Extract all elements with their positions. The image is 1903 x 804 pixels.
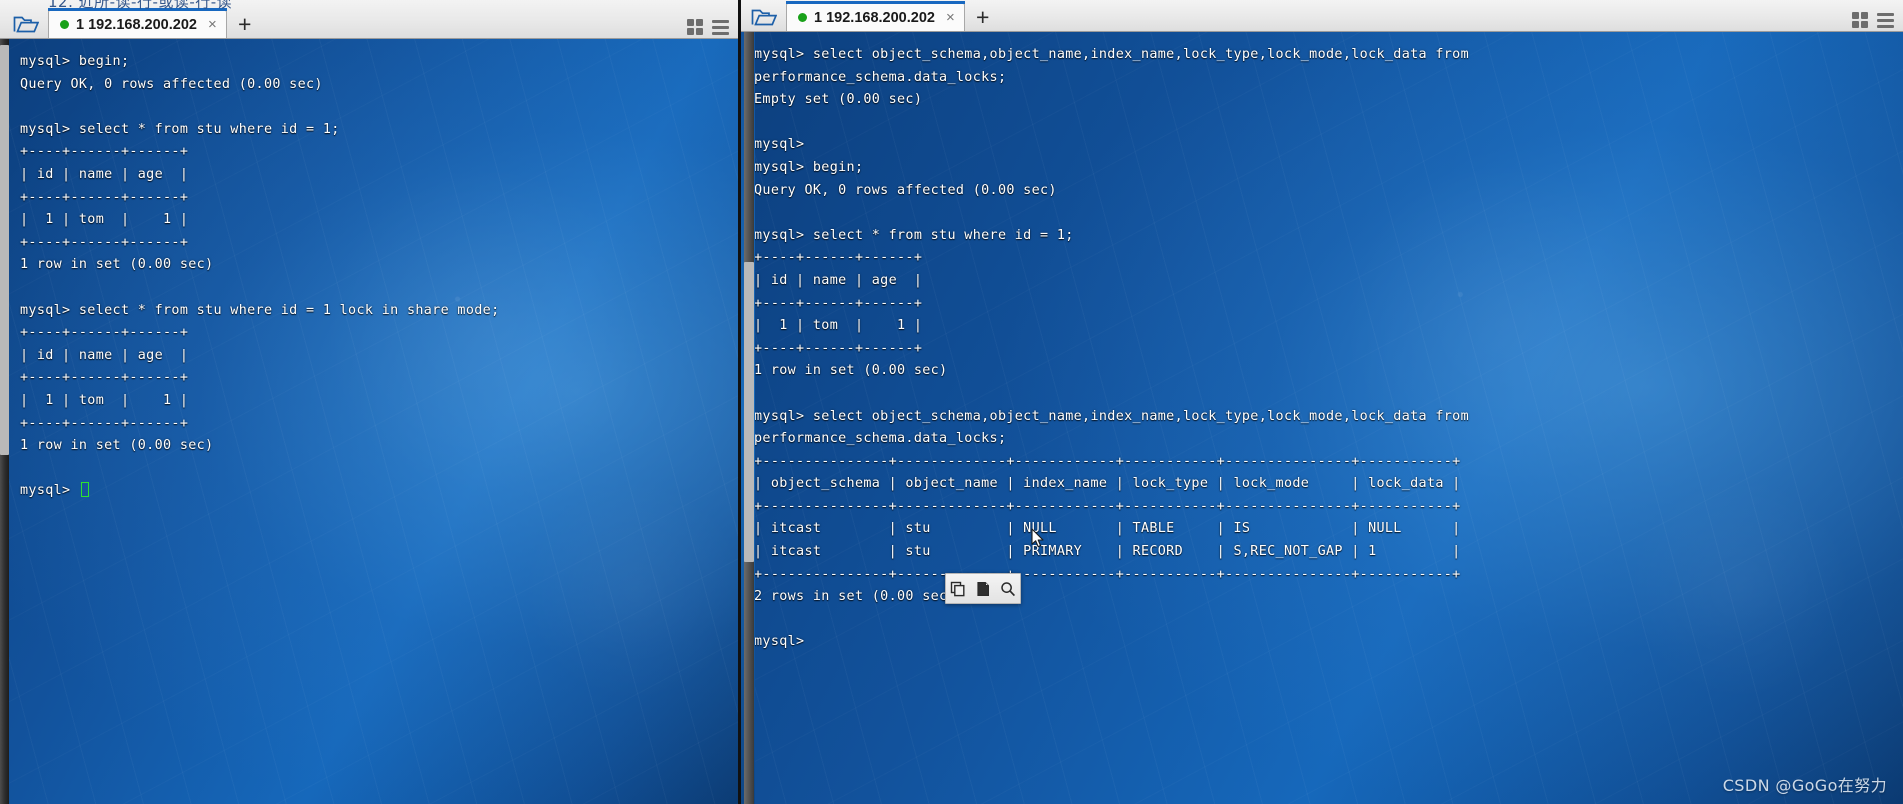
terminal-line: mysql> select * from stu where id = 1; [20,121,340,137]
terminal-line: +----+------+------+ [20,144,189,160]
terminal-line: +----+------+------+ [20,189,189,205]
search-icon[interactable] [998,579,1018,599]
close-icon[interactable]: × [208,17,217,32]
terminal-line: mysql> select object_schema,object_name,… [754,47,1470,62]
terminal-line: mysql> select * from stu where id = 1 lo… [20,302,500,318]
terminal-line: | 1 | tom | 1 | [20,392,189,408]
tab-bar-actions-left [687,19,738,38]
scrollbar-thumb[interactable] [744,262,754,562]
hamburger-menu-icon[interactable] [1877,12,1894,28]
scrollbar-thumb[interactable] [0,45,9,455]
terminal-line: +----+------+------+ [754,340,923,356]
terminal-line: +----+------+------+ [20,415,189,431]
terminal-line: | id | name | age | [20,347,189,363]
terminal-text-right: mysql> select object_schema,object_name,… [738,32,1903,654]
terminal-line: +----+------+------+ [20,234,189,250]
terminal-line: mysql> begin; [754,159,864,175]
paste-icon[interactable] [973,579,993,599]
new-tab-button[interactable]: + [227,10,263,38]
terminal-line: | 1 | tom | 1 | [20,212,189,228]
pane-divider [738,0,741,804]
tab-192-168-200-202-left[interactable]: 1 192.168.200.202 × [48,8,227,38]
terminal-line: | object_schema | object_name | index_na… [754,476,1461,492]
terminal-line: +----+------+------+ [20,325,189,341]
folder-open-icon[interactable] [4,10,48,38]
terminal-line: 1 row in set (0.00 sec) [754,363,948,379]
tab-label: 1 192.168.200.202 [76,16,197,33]
terminal-line: 1 row in set (0.00 sec) [20,438,214,454]
screenshot-root: 12. 近所-读-行-或读-行-读 1 192.168.200.202 × + [0,0,1903,804]
tab-bar-actions-right [1852,12,1903,31]
terminal-text-left: mysql> begin; Query OK, 0 rows affected (… [0,39,738,503]
connection-status-dot [798,13,807,22]
terminal-output-left[interactable]: mysql> begin; Query OK, 0 rows affected (… [0,39,738,804]
terminal-line: Query OK, 0 rows affected (0.00 sec) [754,182,1057,198]
csdn-watermark: CSDN @GoGo在努力 [1722,776,1887,795]
hamburger-menu-icon[interactable] [712,19,729,35]
tab-bar-right: 1 192.168.200.202 × + [738,0,1903,32]
terminal-line: performance_schema.data_locks; [754,69,1007,85]
terminal-window-right: 1 192.168.200.202 × + mysql> select obje… [738,0,1903,804]
terminal-line: mysql> [754,634,805,650]
tab-label: 1 192.168.200.202 [814,9,935,26]
terminal-line: +----+------+------+ [754,295,923,311]
terminal-line: mysql> [754,137,805,153]
terminal-cursor [80,482,89,498]
ghost-window-title: 12. 近所-读-行-或读-行-读 [48,0,233,11]
terminal-line: | id | name | age | [20,166,189,182]
terminal-window-left: 12. 近所-读-行-或读-行-读 1 192.168.200.202 × + [0,0,738,804]
terminal-line: Empty set (0.00 sec) [754,92,923,108]
tab-192-168-200-202-right[interactable]: 1 192.168.200.202 × [786,1,965,31]
terminal-line: | itcast | stu | PRIMARY | RECORD | S,RE… [754,544,1461,560]
copy-icon[interactable] [948,579,968,599]
terminal-line: | 1 | tom | 1 | [754,318,923,334]
grid-view-icon[interactable] [687,19,703,35]
terminal-line: +----+------+------+ [20,370,189,386]
terminal-output-right[interactable]: mysql> select object_schema,object_name,… [738,32,1903,804]
terminal-line: +---------------+-------------+---------… [754,566,1461,582]
new-tab-button[interactable]: + [965,3,1001,31]
terminal-line: 2 rows in set (0.00 sec) [754,589,956,605]
terminal-line: +---------------+-------------+---------… [754,498,1461,514]
terminal-line: | id | name | age | [754,272,923,288]
terminal-line: Query OK, 0 rows affected (0.00 sec) [20,76,323,92]
terminal-line: mysql> select * from stu where id = 1; [754,227,1074,243]
floating-context-toolbar [945,573,1021,604]
terminal-line: mysql> select object_schema,object_name,… [754,408,1470,424]
connection-status-dot [60,20,69,29]
grid-view-icon[interactable] [1852,12,1868,28]
terminal-line: performance_schema.data_locks; [754,431,1007,447]
scrollbar-right-pane[interactable] [744,32,754,804]
folder-open-icon[interactable] [742,3,786,31]
scrollbar-left-pane[interactable] [0,39,9,804]
terminal-line: mysql> [20,480,738,503]
terminal-line: +---------------+-------------+---------… [754,453,1461,469]
terminal-line: 1 row in set (0.00 sec) [20,257,214,273]
terminal-line: | itcast | stu | NULL | TABLE | IS | NUL… [754,521,1461,537]
close-icon[interactable]: × [946,10,955,25]
terminal-line: mysql> begin; [20,54,130,69]
terminal-line: +----+------+------+ [754,250,923,266]
